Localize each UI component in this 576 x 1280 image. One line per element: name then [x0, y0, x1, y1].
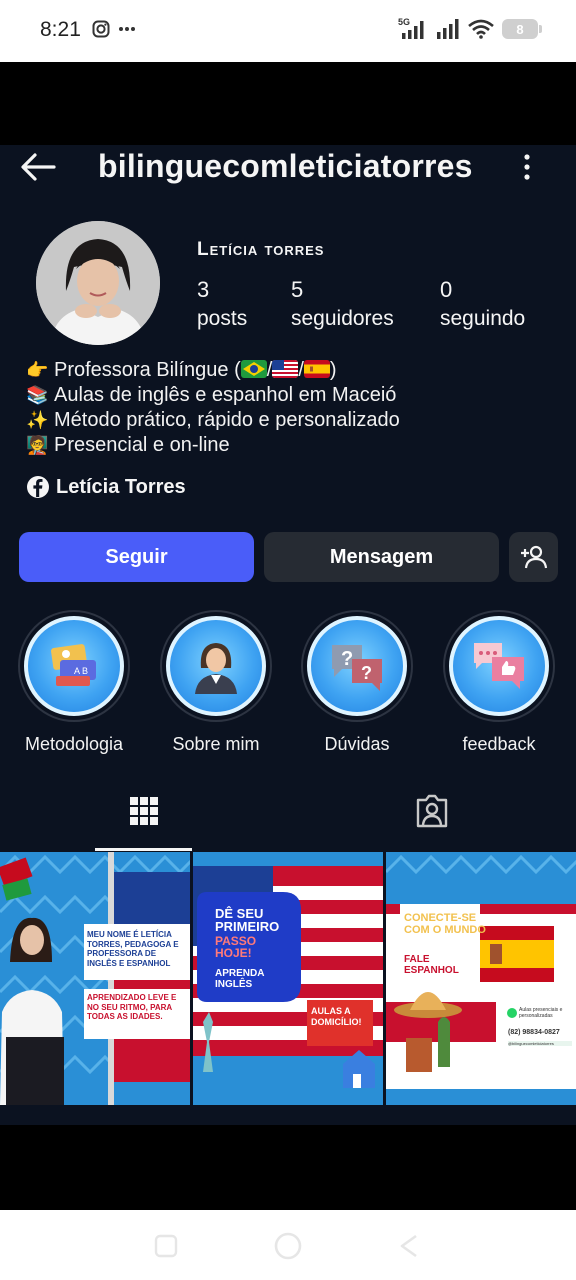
teacher-icon: 🧑‍🏫 [26, 435, 49, 455]
post-1-text-1: MEU NOME É LETÍCIA TORRES, PEDAGOGA E PR… [87, 930, 179, 968]
stat-posts-label: posts [197, 307, 248, 330]
feedback-bubbles-icon [474, 643, 524, 689]
highlight-duvidas[interactable]: ?? Dúvidas [298, 610, 416, 755]
follow-button[interactable]: Seguir [19, 532, 254, 582]
message-button[interactable]: Mensagem [264, 532, 499, 582]
profile-avatar[interactable] [36, 221, 160, 345]
svg-text:?: ? [341, 648, 353, 670]
profile-tabs [0, 772, 576, 852]
facebook-link[interactable]: Letícia Torres [26, 475, 186, 499]
stat-followers-value: 5 [291, 277, 304, 302]
highlight-metodologia[interactable]: A B Metodologia [15, 610, 133, 755]
highlight-ring [160, 610, 272, 722]
add-user-icon [520, 545, 547, 569]
post-image [0, 852, 190, 1105]
svg-text:5G: 5G [398, 17, 410, 27]
signal-icon [437, 19, 459, 39]
bio-line-3: ✨ Método prático, rápido e personalizado [26, 409, 400, 431]
system-navigation-bar [0, 1210, 576, 1280]
stat-following-value: 0 [440, 277, 453, 302]
bio-line-1: 👉 Professora Bilíngue (/ /) [26, 359, 337, 381]
profile-screen: bilinguecomleticiatorres Letícia torres … [0, 145, 576, 1125]
highlight-label: feedback [462, 734, 536, 754]
tagged-person-icon [416, 794, 448, 828]
profile-full-name: Letícia torres [197, 239, 325, 260]
post-thumbnail[interactable]: CONECTE-SE COM O MUNDO FALE ESPANHOL Aul… [386, 852, 576, 1105]
status-bar: 8:21 5G 8 [0, 0, 576, 62]
highlight-sobre-mim[interactable]: Sobre mim [157, 610, 275, 755]
sparkles-icon: ✨ [26, 410, 49, 430]
active-tab-indicator [95, 848, 192, 851]
post-1-text-2: APRENDIZADO LEVE E NO SEU RITMO, PARA TO… [87, 993, 177, 1021]
post-3-subtitle: FALE ESPANHOL [404, 954, 459, 976]
status-time: 8:21 [40, 18, 81, 41]
wifi-icon [468, 19, 494, 39]
post-thumbnail[interactable]: DÊ SEU PRIMEIRO PASSO HOJE! APRENDA INGL… [193, 852, 383, 1105]
back-button[interactable] [18, 149, 58, 185]
highlight-ring [443, 610, 555, 722]
brazil-flag-icon [240, 360, 267, 378]
svg-text:?: ? [361, 663, 372, 683]
post-3-phone: (82) 98834-0827 [508, 1029, 560, 1036]
more-dots-icon [119, 27, 135, 31]
stat-posts-value: 3 [197, 277, 210, 302]
stat-following-label: seguindo [440, 307, 526, 330]
usa-flag-icon [272, 360, 299, 378]
highlight-ring: ?? [301, 610, 413, 722]
instagram-icon [92, 20, 110, 38]
stat-followers[interactable]: 5 seguidores [291, 277, 394, 331]
5g-signal-icon: 5G [398, 17, 424, 39]
profile-bio: 👉 Professora Bilíngue (/ /) 📚 Aulas de in… [26, 358, 400, 458]
books-icon: 📚 [26, 385, 49, 405]
bio-line-4: 🧑‍🏫 Presencial e on-line [26, 434, 230, 456]
vertical-dots-icon [524, 154, 530, 180]
pointing-hand-icon: 👉 [26, 360, 49, 380]
post-2-title-1: DÊ SEU PRIMEIRO [215, 906, 280, 934]
suggest-user-button[interactable] [509, 532, 558, 582]
post-3-title: CONECTE-SE COM O MUNDO [404, 912, 486, 936]
post-3-handle: @bilinguecomleticiatorres [508, 1041, 572, 1046]
profile-username: bilinguecomleticiatorres [98, 148, 473, 184]
stat-followers-label: seguidores [291, 307, 394, 330]
arrow-left-icon [21, 153, 56, 181]
post-2-title-2: PASSO HOJE! [215, 934, 257, 960]
highlight-feedback[interactable]: feedback [440, 610, 558, 755]
question-bubbles-icon: ?? [332, 645, 382, 691]
highlight-label: Metodologia [24, 734, 124, 754]
highlight-label: Sobre mim [172, 734, 260, 754]
facebook-icon [27, 476, 49, 498]
profile-header: bilinguecomleticiatorres [0, 145, 576, 191]
tab-grid[interactable] [48, 772, 240, 850]
post-3-contact-note: Aulas presenciais e personalizadas [519, 1007, 563, 1019]
post-thumbnail[interactable]: MEU NOME É LETÍCIA TORRES, PEDAGOGA E PR… [0, 852, 190, 1105]
books-icon: A B [51, 644, 96, 686]
profile-photo [36, 221, 160, 345]
stat-following[interactable]: 0 seguindo [440, 277, 525, 331]
battery-indicator: 8 [502, 19, 542, 39]
facebook-link-label: Letícia Torres [56, 475, 186, 498]
more-options-button[interactable] [515, 149, 539, 185]
highlight-label: Dúvidas [324, 734, 390, 754]
home-icon[interactable] [272, 1230, 304, 1262]
post-2-subtitle: APRENDA INGLÊS [215, 968, 265, 990]
highlight-ring: A B [18, 610, 130, 722]
instagram-app: bilinguecomleticiatorres Letícia torres … [0, 62, 576, 1210]
back-nav-icon[interactable] [396, 1232, 424, 1260]
post-2-badge: AULAS A DOMICÍLIO! [311, 1006, 362, 1027]
recent-apps-icon[interactable] [152, 1232, 180, 1260]
post-image [386, 852, 576, 1105]
stat-posts[interactable]: 3 posts [197, 277, 247, 331]
spain-flag-icon [303, 360, 330, 378]
bio-line-2: 📚 Aulas de inglês e espanhol em Maceió [26, 384, 397, 406]
grid-icon [130, 797, 158, 825]
tab-tagged[interactable] [336, 772, 528, 850]
woman-icon [195, 643, 237, 694]
svg-text:A B: A B [74, 666, 88, 676]
posts-grid: MEU NOME É LETÍCIA TORRES, PEDAGOGA E PR… [0, 852, 576, 1105]
